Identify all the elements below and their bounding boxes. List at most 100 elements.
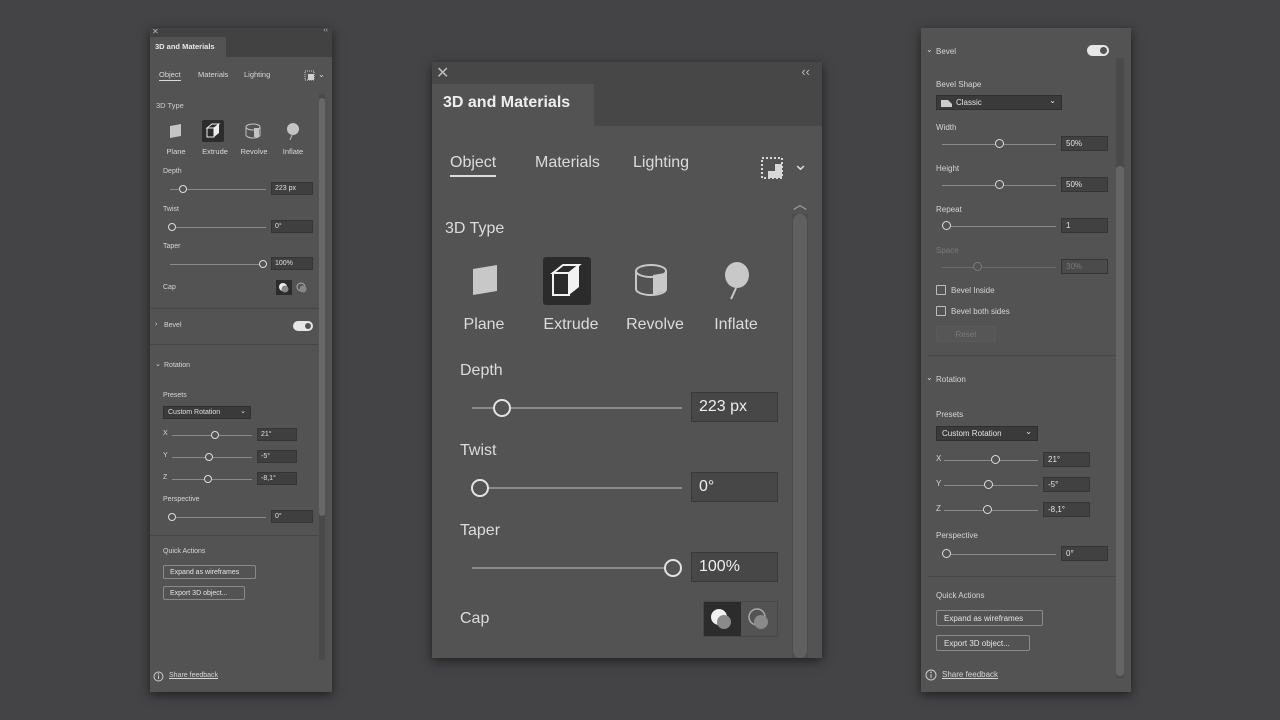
scroll-up-icon[interactable]: ︿: [793, 194, 807, 214]
scrollbar-thumb[interactable]: [319, 98, 325, 516]
bevel-height-slider-knob[interactable]: [995, 180, 1004, 189]
close-icon[interactable]: ✕: [152, 28, 159, 36]
rotation-x-slider-knob[interactable]: [991, 455, 1000, 464]
rotation-y-slider-knob[interactable]: [984, 480, 993, 489]
bevel-width-slider-knob[interactable]: [995, 139, 1004, 148]
perspective-input[interactable]: 0°: [271, 510, 313, 523]
twist-input[interactable]: 0°: [691, 472, 778, 502]
share-feedback-link[interactable]: Share feedback: [169, 672, 218, 679]
export-3d-button[interactable]: Export 3D object...: [163, 586, 245, 600]
scrollbar-thumb[interactable]: [793, 214, 807, 658]
chevron-down-icon[interactable]: ⌄: [155, 360, 161, 368]
expand-wireframes-button[interactable]: Expand as wireframes: [163, 565, 256, 579]
chevron-down-icon[interactable]: ⌄: [926, 45, 933, 54]
tab-materials[interactable]: Materials: [535, 154, 600, 172]
rotation-x-slider-knob[interactable]: [211, 431, 219, 439]
tab-lighting[interactable]: Lighting: [244, 70, 270, 79]
bevel-section-title[interactable]: Bevel: [164, 322, 182, 329]
rotation-presets-dropdown[interactable]: Custom Rotation ⌄: [936, 426, 1038, 441]
bevel-toggle[interactable]: [1087, 45, 1109, 56]
expand-wireframes-button[interactable]: Expand as wireframes: [936, 610, 1043, 626]
twist-slider-track[interactable]: [472, 487, 682, 489]
rotation-y-input[interactable]: -5°: [1043, 477, 1090, 492]
twist-slider-knob[interactable]: [471, 479, 489, 497]
plane-icon[interactable]: [165, 120, 187, 142]
bevel-width-input[interactable]: 50%: [1061, 136, 1108, 151]
rotation-y-label: Y: [163, 452, 168, 459]
inflate-icon[interactable]: [282, 120, 304, 142]
rotation-z-slider-track[interactable]: [172, 479, 252, 480]
chevron-down-icon[interactable]: ⌄: [318, 70, 325, 79]
extrude-icon[interactable]: [543, 257, 591, 305]
bevel-shape-dropdown[interactable]: Classic ⌄: [936, 95, 1062, 110]
taper-slider-track[interactable]: [170, 264, 266, 265]
render-preset-icon[interactable]: [760, 156, 784, 180]
revolve-icon[interactable]: [627, 257, 675, 305]
bevel-both-sides-checkbox[interactable]: [936, 306, 946, 316]
perspective-slider-knob[interactable]: [942, 549, 951, 558]
rotation-section-title[interactable]: Rotation: [936, 375, 966, 384]
cap-off-button[interactable]: [741, 602, 778, 636]
twist-label: Twist: [460, 442, 497, 459]
share-feedback-link[interactable]: Share feedback: [942, 670, 998, 679]
bevel-inside-checkbox[interactable]: [936, 285, 946, 295]
tab-object[interactable]: Object: [159, 70, 181, 81]
rotation-x-input[interactable]: 21°: [257, 428, 297, 441]
close-icon[interactable]: ✕: [436, 63, 449, 83]
bevel-repeat-input[interactable]: 1: [1061, 218, 1108, 233]
taper-input[interactable]: 100%: [271, 257, 313, 270]
bevel-toggle[interactable]: [293, 321, 313, 331]
twist-input[interactable]: 0°: [271, 220, 313, 233]
rotation-section-title[interactable]: Rotation: [164, 362, 190, 369]
perspective-slider-knob[interactable]: [168, 513, 176, 521]
chevron-down-icon[interactable]: ⌄: [926, 373, 933, 382]
revolve-icon[interactable]: [242, 120, 264, 142]
collapse-icon[interactable]: ‹‹: [323, 28, 328, 34]
plane-icon[interactable]: [461, 257, 509, 305]
tab-materials[interactable]: Materials: [198, 70, 228, 79]
taper-slider-knob[interactable]: [664, 559, 682, 577]
panel-header-bar: ✕ ‹‹: [150, 28, 332, 37]
tab-object[interactable]: Object: [450, 154, 497, 177]
cap-on-button[interactable]: [276, 280, 292, 295]
render-preset-icon[interactable]: [304, 70, 315, 81]
rotation-x-input[interactable]: 21°: [1043, 452, 1090, 467]
bevel-height-input[interactable]: 50%: [1061, 177, 1108, 192]
depth-input[interactable]: 223 px: [271, 182, 313, 195]
twist-slider-knob[interactable]: [168, 223, 176, 231]
perspective-slider-track[interactable]: [942, 554, 1056, 555]
panel-title-tab[interactable]: 3D and Materials: [150, 37, 226, 57]
rotation-y-slider-knob[interactable]: [205, 453, 213, 461]
rotation-y-input[interactable]: -5°: [257, 450, 297, 463]
perspective-input[interactable]: 0°: [1061, 546, 1108, 561]
rotation-z-input[interactable]: -8,1°: [257, 472, 297, 485]
rotation-z-slider-knob[interactable]: [983, 505, 992, 514]
bevel-repeat-slider-knob[interactable]: [942, 221, 951, 230]
collapse-icon[interactable]: ‹‹: [801, 64, 810, 79]
depth-slider-knob[interactable]: [493, 399, 511, 417]
export-3d-button[interactable]: Export 3D object...: [936, 635, 1030, 651]
rotation-presets-dropdown[interactable]: Custom Rotation ⌄: [163, 406, 251, 419]
rotation-z-input[interactable]: -8,1°: [1043, 502, 1090, 517]
taper-slider-track[interactable]: [472, 567, 682, 569]
twist-slider-track[interactable]: [170, 227, 266, 228]
bevel-section-title[interactable]: Bevel: [936, 47, 956, 56]
chevron-down-icon[interactable]: ⌄: [793, 154, 808, 175]
tab-lighting[interactable]: Lighting: [633, 154, 689, 172]
taper-input[interactable]: 100%: [691, 552, 778, 582]
depth-slider-knob[interactable]: [179, 185, 187, 193]
panel-title-tab[interactable]: 3D and Materials: [432, 84, 594, 126]
scrollbar-thumb[interactable]: [1116, 166, 1124, 676]
taper-slider-knob[interactable]: [259, 260, 267, 268]
bevel-shape-value: Classic: [956, 98, 982, 107]
bevel-space-input: 30%: [1061, 259, 1108, 274]
depth-input[interactable]: 223 px: [691, 392, 778, 422]
cap-on-button[interactable]: [704, 602, 741, 636]
chevron-right-icon[interactable]: ›: [155, 321, 157, 328]
extrude-icon[interactable]: [202, 120, 224, 142]
inflate-icon[interactable]: [713, 257, 761, 305]
cap-off-button[interactable]: [294, 280, 310, 295]
rotation-z-slider-knob[interactable]: [204, 475, 212, 483]
bevel-repeat-slider-track[interactable]: [942, 226, 1056, 227]
perspective-slider-track[interactable]: [172, 517, 266, 518]
